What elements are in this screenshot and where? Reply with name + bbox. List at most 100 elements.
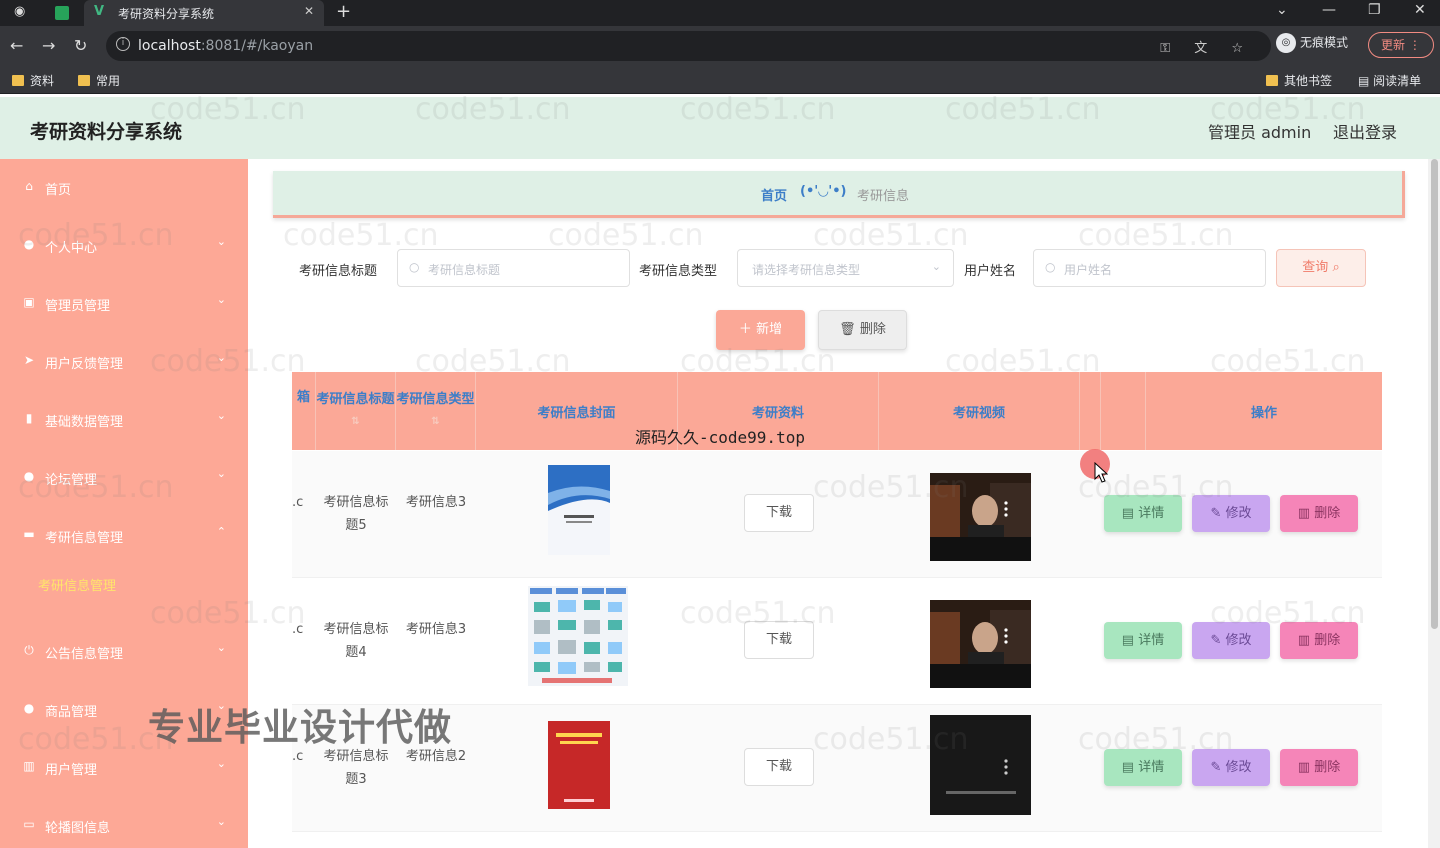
trash-icon: ▥: [1297, 506, 1311, 521]
breadcrumb-home[interactable]: 首页: [761, 185, 787, 204]
th-video[interactable]: 考研视频: [879, 372, 1080, 450]
restore-icon[interactable]: ❐: [1368, 2, 1381, 18]
reading-list[interactable]: ▤ 阅读清单: [1358, 72, 1421, 89]
doc-icon: ▤: [1121, 506, 1135, 521]
address-bar-icons[interactable]: ⚿ 文 ☆: [1160, 37, 1253, 56]
sort-icon[interactable]: ⇅: [431, 416, 439, 427]
sidebar-subitem-kaoyan[interactable]: 考研信息管理: [38, 575, 116, 594]
sidebar-item-carousel[interactable]: ▭ 轮播图信息 ⌄: [0, 797, 248, 848]
sidebar-item-admins[interactable]: ▣ 管理员管理 ⌄: [0, 275, 248, 333]
filter-name-input[interactable]: ○ 用户姓名: [1033, 249, 1266, 287]
watermark: code51.cn: [548, 218, 704, 253]
folder-icon: [1266, 75, 1278, 86]
doc-icon: ▤: [1121, 760, 1135, 775]
watermark: code51.cn: [18, 470, 174, 505]
sidebar-item-label: 基础数据管理: [45, 415, 124, 430]
source-ad-text: 源码久久-code99.top: [635, 428, 805, 447]
watermark: code51.cn: [283, 218, 439, 253]
cover-image[interactable]: [528, 463, 628, 561]
chevron-down-icon: ⌄: [216, 235, 226, 248]
pencil-icon: ✎: [1210, 760, 1222, 775]
watermark: code51.cn: [813, 722, 969, 757]
filter-name-label: 用户姓名: [964, 264, 1017, 279]
watermark: code51.cn: [415, 344, 571, 379]
th-type[interactable]: 考研信息类型 ⇅: [396, 372, 476, 450]
sidebar-item-label: 用户反馈管理: [45, 357, 124, 372]
cell-partial: .c: [292, 495, 304, 510]
browser-tab[interactable]: V 考研资料分享系统 ✕: [84, 0, 324, 26]
watermark: code51.cn: [680, 344, 836, 379]
new-tab-icon[interactable]: +: [336, 1, 351, 22]
plus-icon: ＋: [738, 322, 752, 337]
watermark: code51.cn: [1210, 596, 1366, 631]
tab-close-icon[interactable]: ✕: [304, 4, 314, 18]
detail-button[interactable]: ▤ 详情: [1104, 622, 1182, 659]
reload-icon[interactable]: ↻: [74, 36, 87, 55]
service-ad-text: 专业毕业设计代做: [148, 706, 452, 749]
video-player[interactable]: [930, 600, 1031, 688]
address-bar[interactable]: i localhost:8081/#/kaoyan ⚿ 文 ☆: [106, 31, 1271, 61]
close-window-icon[interactable]: ✕: [1414, 2, 1426, 18]
download-button[interactable]: 下载: [744, 748, 814, 786]
sidebar-item-label: 考研信息管理: [45, 531, 124, 546]
minimize-icon[interactable]: —: [1322, 2, 1336, 18]
search-icon: ⌕: [1332, 260, 1340, 275]
query-button[interactable]: 查询 ⌕: [1276, 249, 1366, 287]
sort-icon[interactable]: ⇅: [351, 416, 359, 427]
mouse-cursor-icon: [1094, 462, 1108, 483]
download-button[interactable]: 下载: [744, 494, 814, 532]
sidebar-item-notice[interactable]: ⏻ 公告信息管理 ⌄: [0, 623, 248, 681]
trash-icon: ▥: [1297, 760, 1311, 775]
th-title[interactable]: 考研信息标题 ⇅: [316, 372, 396, 450]
delete-button[interactable]: ▥ 删除: [1280, 495, 1358, 532]
incognito-indicator[interactable]: ◎ 无痕模式: [1276, 33, 1348, 53]
watermark: code51.cn: [150, 92, 306, 127]
watermark: code51.cn: [1210, 344, 1366, 379]
search-icon: ○: [409, 260, 420, 274]
chevron-down-icon: ⌄: [216, 409, 226, 422]
sidebar-item-label: 管理员管理: [45, 299, 111, 314]
send-icon: ➤: [23, 353, 35, 367]
cover-image[interactable]: [528, 719, 628, 815]
browser-globe-icon[interactable]: ◉: [14, 4, 25, 19]
watermark: code51.cn: [813, 218, 969, 253]
update-button[interactable]: 更新 ⋮: [1368, 32, 1434, 58]
cover-image[interactable]: [528, 586, 628, 688]
incognito-icon: ◎: [1276, 33, 1296, 53]
page-scrollbar[interactable]: [1428, 159, 1440, 848]
trash-icon: ▥: [1297, 633, 1311, 648]
forward-icon[interactable]: →: [42, 36, 55, 55]
chevron-down-icon: ⌄: [216, 293, 226, 306]
th-actions: 操作: [1250, 406, 1277, 421]
other-bookmarks[interactable]: 其他书签: [1266, 72, 1332, 89]
app-favicon-icon[interactable]: [55, 6, 69, 20]
breadcrumb-separator: (•'◡'•): [800, 184, 847, 199]
site-info-icon[interactable]: i: [116, 37, 130, 51]
bookmark-folder[interactable]: 资料: [12, 72, 54, 89]
chevron-down-icon: ⌄: [216, 467, 226, 480]
reading-list-icon: ▤: [1358, 74, 1374, 88]
back-icon[interactable]: ←: [10, 36, 23, 55]
sidebar-item-kaoyan[interactable]: ▬ 考研信息管理 ⌃: [0, 507, 248, 565]
bookmark-folder[interactable]: 常用: [78, 72, 120, 89]
home-icon: ⌂: [25, 179, 33, 193]
chevron-down-icon: ⌄: [216, 757, 226, 770]
sidebar-item-label: 商品管理: [45, 705, 98, 720]
scrollbar-thumb[interactable]: [1431, 159, 1438, 629]
doc-icon: ▤: [1121, 633, 1135, 648]
tab-title: 考研资料分享系统: [118, 7, 215, 21]
th-empty: [1101, 372, 1146, 450]
cell-title: 考研信息标题3: [323, 749, 389, 787]
filter-type-select[interactable]: 请选择考研信息类型 ⌄: [737, 249, 954, 287]
watermark: code51.cn: [415, 92, 571, 127]
sidebar-item-home[interactable]: ⌂ 首页: [0, 159, 248, 217]
filter-title-input[interactable]: ○ 考研信息标题: [397, 249, 630, 287]
tab-search-icon[interactable]: ⌄: [1276, 2, 1288, 18]
sidebar-item-basedata[interactable]: ▮ 基础数据管理 ⌄: [0, 391, 248, 449]
filter-title-label: 考研信息标题: [299, 264, 378, 279]
watermark: code51.cn: [150, 344, 306, 379]
chevron-up-icon: ⌃: [216, 525, 226, 538]
watermark: code51.cn: [1078, 218, 1234, 253]
th-empty: [1080, 372, 1101, 450]
delete-button[interactable]: ▥ 删除: [1280, 749, 1358, 786]
